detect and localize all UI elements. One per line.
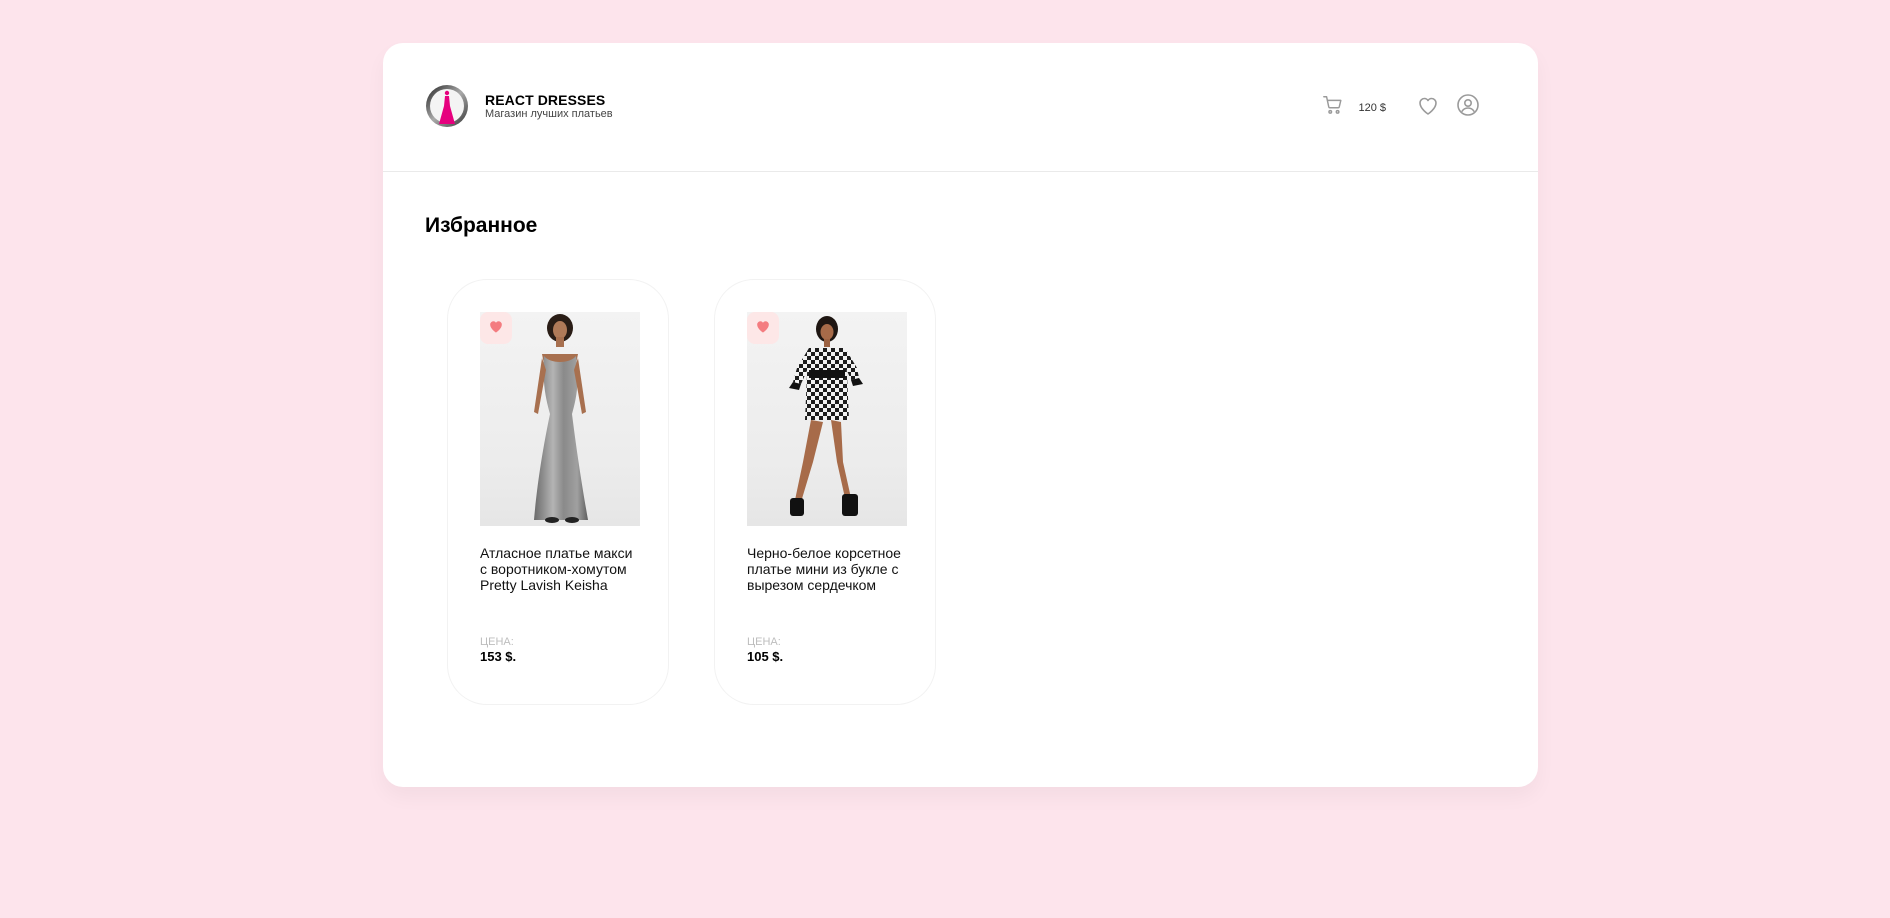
user-circle-icon [1456,93,1480,122]
product-grid: Атласное платье макси с воротником-хомут… [447,279,1538,705]
product-title: Атласное платье макси с воротником-хомут… [480,545,633,593]
brand-subtitle: Магазин лучших платьев [485,108,613,120]
logo [425,84,469,128]
product-title: Черно-белое корсетное платье мини из бук… [747,545,901,593]
header-actions: 120 $ [1322,93,1480,122]
favorite-toggle[interactable] [747,312,779,344]
heart-filled-icon [487,318,505,339]
brand[interactable]: REACT DRESSES Магазин лучших платьев [425,84,613,128]
brand-title: REACT DRESSES [485,92,606,108]
heart-outline-icon [1416,94,1440,121]
page-title: Избранное [425,214,538,237]
favorites-button[interactable] [1416,94,1440,121]
product-card[interactable]: Атласное платье макси с воротником-хомут… [447,279,669,705]
price-value: 105 $. [747,649,784,664]
heart-filled-icon [754,318,772,339]
price-value: 153 $. [480,649,517,664]
product-card[interactable]: Черно-белое корсетное платье мини из бук… [714,279,936,705]
main-container: REACT DRESSES Магазин лучших платьев 120… [383,43,1538,787]
cart-button[interactable]: 120 $ [1322,94,1386,121]
product-image [747,312,907,526]
favorite-toggle[interactable] [480,312,512,344]
price-label: ЦЕНА: [747,636,781,648]
profile-button[interactable] [1456,93,1480,122]
site-header: REACT DRESSES Магазин лучших платьев 120… [383,43,1538,172]
product-image [480,312,640,526]
price-label: ЦЕНА: [480,636,514,648]
cart-icon [1322,94,1344,121]
favorites-content: Избранное Атласное платье макси с воротн… [383,172,1538,705]
cart-total: 120 $ [1358,101,1386,114]
